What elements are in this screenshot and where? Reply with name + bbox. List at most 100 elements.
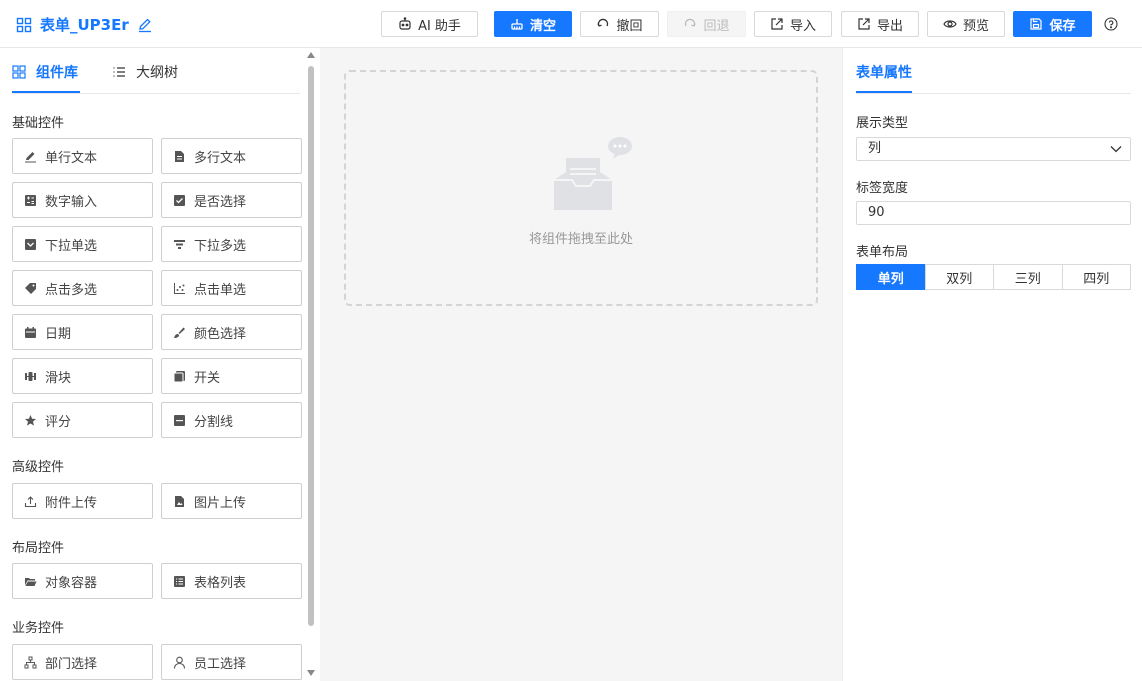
component-label: 员工选择: [194, 656, 247, 672]
component-dropdown-multi[interactable]: 下拉多选: [161, 226, 302, 262]
undo-icon: [597, 18, 609, 27]
component-dropdown-single[interactable]: 下拉单选: [12, 226, 153, 262]
ai-assistant-button[interactable]: AI 助手: [381, 11, 478, 37]
component-multi-line-text[interactable]: 多行文本: [161, 138, 302, 174]
label-width-label: 标签宽度: [856, 181, 909, 196]
table-icon: [174, 575, 185, 587]
component-label: 对象容器: [45, 575, 98, 591]
component-label: 多行文本: [194, 150, 247, 166]
layout-option-quad[interactable]: 四列: [1061, 264, 1131, 290]
form-canvas: 将组件拖拽至此处: [320, 48, 842, 681]
section-business: 业务控件: [12, 621, 65, 636]
component-label: 图片上传: [194, 495, 247, 511]
layout-option-single[interactable]: 单列: [856, 264, 926, 290]
component-label: 开关: [194, 370, 221, 386]
undo-button[interactable]: 撤回: [580, 11, 659, 37]
form-layout-segmented: 单列 双列 三列 四列: [856, 264, 1131, 290]
pen-icon: [25, 151, 36, 162]
tab-outline-tree[interactable]: 大纲树: [112, 62, 178, 82]
preview-button[interactable]: 预览: [927, 11, 1005, 37]
redo-button[interactable]: 回退: [667, 11, 746, 37]
component-single-line-text[interactable]: 单行文本: [12, 138, 153, 174]
layout-option-triple[interactable]: 三列: [993, 264, 1063, 290]
component-slider[interactable]: 滑块: [12, 358, 153, 394]
export-button[interactable]: 导出: [841, 11, 919, 37]
tab-component-library[interactable]: 组件库: [12, 62, 78, 82]
component-label: 分割线: [194, 414, 234, 430]
layout-option-double[interactable]: 双列: [924, 264, 994, 290]
robot-icon: [399, 17, 411, 30]
component-label: 单行文本: [45, 150, 98, 166]
display-type-value: 列: [868, 141, 882, 156]
panel-scrollbar[interactable]: [306, 48, 316, 681]
redo-label: 回退: [703, 18, 730, 34]
user-icon: [173, 656, 186, 669]
broom-icon: [511, 19, 523, 30]
component-panel: 组件库 大纲树 基础控件 单行文本 多行文本 数字输入 是否选择 下拉单选 下拉…: [0, 48, 320, 681]
component-attachment-upload[interactable]: 附件上传: [12, 483, 153, 519]
import-icon: [771, 18, 783, 30]
component-object-container[interactable]: 对象容器: [12, 563, 153, 599]
tab-outline-label: 大纲树: [136, 65, 178, 81]
label-width-input[interactable]: 90: [856, 201, 1131, 225]
filter-icon: [174, 239, 185, 249]
form-title: 表单_UP3Er: [40, 16, 129, 34]
component-employee-select[interactable]: 员工选择: [161, 644, 302, 680]
clear-button[interactable]: 清空: [494, 11, 572, 37]
org-chart-icon: [24, 656, 37, 668]
empty-inbox-icon: [554, 137, 632, 210]
drop-placeholder: 将组件拖拽至此处: [528, 232, 633, 247]
label-width-value: 90: [868, 205, 885, 220]
scroll-down-icon[interactable]: [307, 670, 315, 676]
component-label: 点击多选: [45, 282, 98, 298]
redo-icon: [685, 18, 697, 27]
scroll-up-icon[interactable]: [307, 52, 315, 58]
component-switch[interactable]: 开关: [161, 358, 302, 394]
help-icon[interactable]: [1104, 17, 1118, 31]
component-click-multi[interactable]: 点击多选: [12, 270, 153, 306]
component-table-list[interactable]: 表格列表: [161, 563, 302, 599]
drop-zone[interactable]: 将组件拖拽至此处: [344, 70, 818, 306]
panel-tabs: 组件库 大纲树: [12, 48, 300, 94]
component-department-select[interactable]: 部门选择: [12, 644, 153, 680]
slider-icon: [25, 371, 36, 381]
dropdown-icon: [25, 238, 36, 250]
eye-icon: [943, 20, 957, 28]
component-number-input[interactable]: 数字输入: [12, 182, 153, 218]
component-divider[interactable]: 分割线: [161, 402, 302, 438]
component-color-picker[interactable]: 颜色选择: [161, 314, 302, 350]
display-type-label: 展示类型: [856, 116, 909, 131]
export-label: 导出: [876, 18, 903, 34]
component-label: 下拉单选: [45, 238, 98, 254]
star-icon: [25, 414, 36, 426]
edit-icon[interactable]: [137, 17, 153, 33]
properties-tabs: 表单属性: [856, 48, 1131, 94]
properties-panel: 表单属性 展示类型 列 标签宽度 90 表单布局 单列 双列 三列 四列: [842, 48, 1142, 681]
chevron-down-icon: [1110, 146, 1122, 153]
component-click-single[interactable]: 点击单选: [161, 270, 302, 306]
component-label: 数字输入: [45, 194, 98, 210]
calculator-icon: [25, 194, 36, 206]
image-file-icon: [175, 495, 184, 507]
component-label: 是否选择: [194, 194, 247, 210]
save-button[interactable]: 保存: [1013, 11, 1092, 37]
calendar-icon: [25, 326, 36, 338]
paint-icon: [174, 327, 185, 338]
component-label: 评分: [45, 414, 72, 430]
component-rating[interactable]: 评分: [12, 402, 153, 438]
component-yes-no[interactable]: 是否选择: [161, 182, 302, 218]
form-layout-label: 表单布局: [856, 245, 909, 260]
component-image-upload[interactable]: 图片上传: [161, 483, 302, 519]
tag-icon: [25, 282, 36, 294]
tab-form-properties[interactable]: 表单属性: [856, 62, 912, 82]
divider-icon: [174, 414, 185, 426]
import-button[interactable]: 导入: [754, 11, 832, 37]
component-label: 点击单选: [194, 282, 247, 298]
switch-icon: [173, 370, 185, 382]
section-advanced: 高级控件: [12, 460, 65, 475]
scrollbar-thumb[interactable]: [308, 66, 314, 626]
display-type-select[interactable]: 列: [856, 137, 1131, 161]
tab-library-label: 组件库: [36, 65, 78, 81]
component-date[interactable]: 日期: [12, 314, 153, 350]
document-icon: [175, 150, 184, 162]
